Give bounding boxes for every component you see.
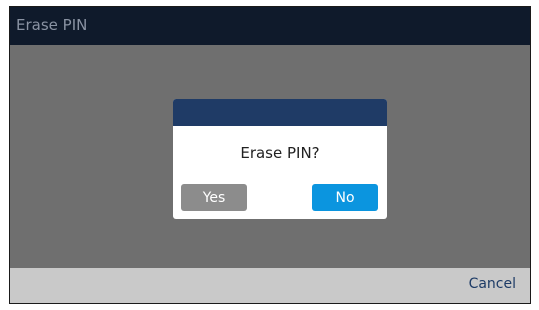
cancel-softkey[interactable]: Cancel: [469, 276, 516, 292]
page-title: Erase PIN: [16, 16, 88, 34]
dialog-message: Erase PIN?: [240, 144, 320, 162]
erase-pin-dialog: Erase PIN? Yes No: [173, 99, 387, 219]
phone-screen: Erase PIN Erase PIN? Yes No Cancel: [9, 6, 531, 304]
softkey-bar: Cancel: [10, 268, 530, 303]
dialog-header: [173, 99, 387, 126]
no-button[interactable]: No: [312, 184, 378, 211]
yes-button[interactable]: Yes: [181, 184, 247, 211]
title-bar: Erase PIN: [10, 7, 530, 45]
